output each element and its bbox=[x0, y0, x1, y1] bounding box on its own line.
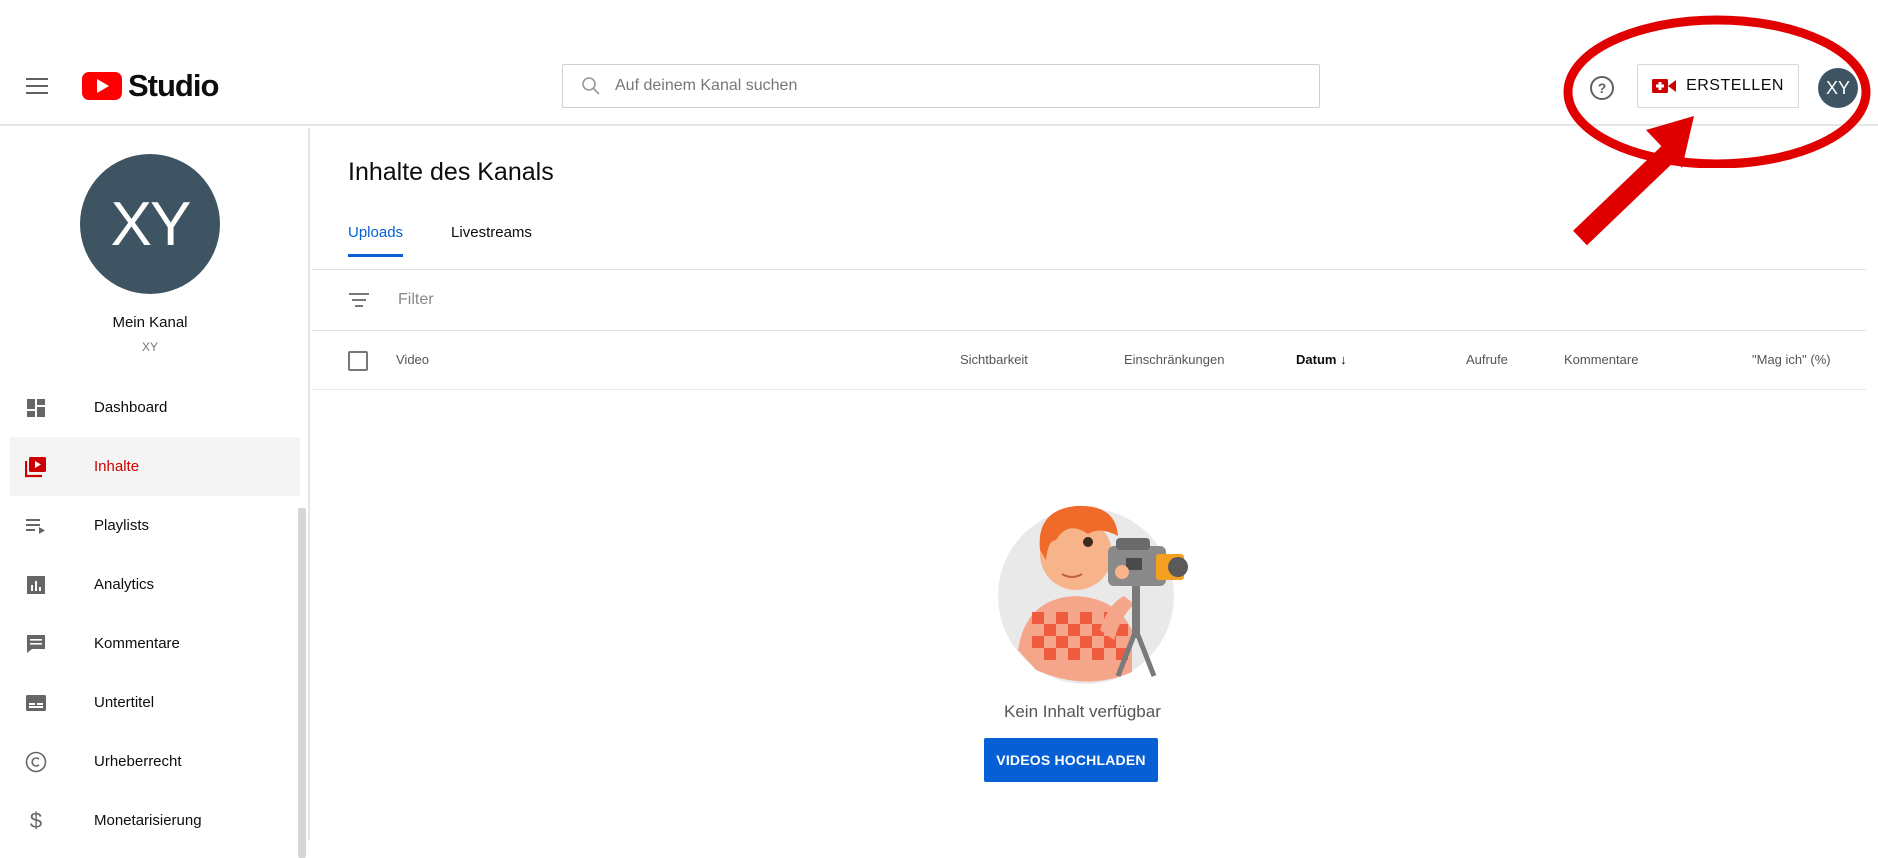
page-title: Inhalte des Kanals bbox=[348, 158, 554, 186]
analytics-icon bbox=[24, 573, 48, 597]
sidebar-scrollbar[interactable] bbox=[298, 508, 306, 858]
sidebar-item-label: Urheberrecht bbox=[94, 753, 182, 770]
sidebar-item-label: Untertitel bbox=[94, 694, 155, 711]
channel-avatar[interactable]: XY bbox=[80, 154, 220, 294]
column-visibility[interactable]: Sichtbarkeit bbox=[960, 352, 1028, 367]
search-box[interactable] bbox=[562, 64, 1320, 108]
tab-livestreams[interactable]: Livestreams bbox=[451, 224, 532, 257]
upload-videos-button[interactable]: VIDEOS HOCHLADEN bbox=[984, 738, 1158, 782]
sidebar-item-urheberrecht[interactable]: Urheberrecht bbox=[10, 732, 300, 791]
camera-operator-illustration bbox=[998, 505, 1188, 684]
search-icon bbox=[582, 77, 600, 95]
studio-logo[interactable]: Studio bbox=[82, 68, 219, 104]
menu-icon[interactable] bbox=[26, 78, 48, 94]
playlists-icon bbox=[24, 514, 48, 538]
table-header-divider bbox=[312, 389, 1866, 390]
sidebar-item-dashboard[interactable]: Dashboard bbox=[10, 378, 300, 437]
content-icon bbox=[24, 455, 48, 479]
youtube-logo-icon bbox=[82, 72, 122, 100]
sort-down-arrow-icon: ↓ bbox=[1340, 352, 1347, 367]
logo-text: Studio bbox=[128, 68, 219, 103]
copyright-icon bbox=[24, 750, 48, 774]
dashboard-icon bbox=[24, 396, 48, 420]
channel-name: Mein Kanal bbox=[112, 314, 188, 331]
filter-bar bbox=[348, 270, 1866, 330]
column-views[interactable]: Aufrufe bbox=[1466, 352, 1508, 367]
sidebar-item-inhalte[interactable]: Inhalte bbox=[10, 437, 300, 496]
column-likes[interactable]: "Mag ich" (%) bbox=[1752, 352, 1831, 367]
column-restrictions[interactable]: Einschränkungen bbox=[1124, 352, 1224, 367]
sidebar-item-label: Monetarisierung bbox=[94, 812, 202, 829]
sidebar-item-monetarisierung[interactable]: $ Monetarisierung bbox=[10, 791, 300, 850]
sidebar-item-analytics[interactable]: Analytics bbox=[10, 555, 300, 614]
column-date-label: Datum bbox=[1296, 352, 1337, 367]
sidebar-item-playlists[interactable]: Playlists bbox=[10, 496, 300, 555]
dollar-icon: $ bbox=[29, 807, 43, 833]
search-input[interactable] bbox=[615, 77, 1215, 95]
annotation-arrow-icon bbox=[1573, 116, 1694, 246]
select-all-checkbox[interactable] bbox=[348, 351, 368, 371]
column-comments[interactable]: Kommentare bbox=[1564, 352, 1638, 367]
content-tabs: Uploads Livestreams bbox=[348, 224, 532, 257]
filter-icon[interactable] bbox=[348, 293, 370, 307]
sidebar: XY Mein Kanal XY Dashboard Inhalte Playl… bbox=[0, 128, 310, 858]
sidebar-item-label: Analytics bbox=[94, 576, 155, 593]
comments-icon bbox=[24, 632, 48, 656]
sidebar-item-untertitel[interactable]: Untertitel bbox=[10, 673, 300, 732]
sidebar-item-label: Playlists bbox=[94, 517, 150, 534]
sidebar-item-label: Dashboard bbox=[94, 399, 168, 416]
sidebar-nav: Dashboard Inhalte Playlists Analytics Ko… bbox=[10, 378, 300, 850]
column-video[interactable]: Video bbox=[396, 352, 429, 367]
column-date[interactable]: Datum ↓ bbox=[1296, 352, 1347, 367]
sidebar-item-label: Inhalte bbox=[94, 458, 140, 475]
sidebar-item-kommentare[interactable]: Kommentare bbox=[10, 614, 300, 673]
channel-handle: XY bbox=[141, 340, 158, 354]
filter-input[interactable] bbox=[398, 291, 798, 309]
empty-state-text: Kein Inhalt verfügbar bbox=[1004, 702, 1161, 721]
table-header: Video Sichtbarkeit Einschränkungen Datum… bbox=[348, 331, 1866, 389]
tab-uploads[interactable]: Uploads bbox=[348, 224, 404, 257]
sidebar-item-label: Kommentare bbox=[94, 635, 180, 652]
subtitles-icon bbox=[24, 691, 48, 715]
